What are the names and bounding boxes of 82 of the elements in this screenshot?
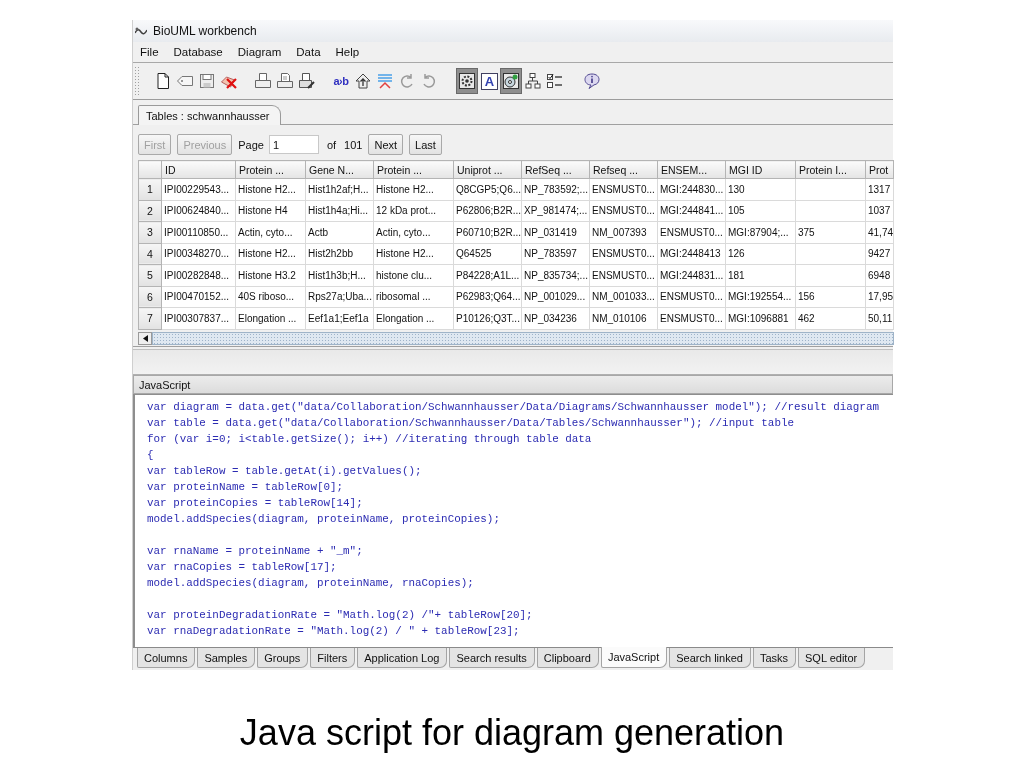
toolbar-button[interactable]: a›b	[330, 68, 352, 94]
menu-item[interactable]: Data	[289, 46, 328, 58]
panel-tab[interactable]: Clipboard	[536, 648, 599, 668]
document-icon	[155, 73, 171, 89]
printer-edit-icon	[299, 73, 315, 89]
code-editor[interactable]	[133, 394, 893, 647]
toolbar-button[interactable]	[456, 68, 478, 94]
panel-tab[interactable]: Search results	[449, 648, 535, 668]
panel-title: JavaScript	[133, 375, 893, 394]
delete-icon	[221, 73, 237, 89]
panel-tab[interactable]: Columns	[137, 648, 196, 668]
row-header[interactable]: 2	[138, 200, 162, 222]
pager-button[interactable]: Next	[368, 134, 404, 155]
panel-tab[interactable]: Tasks	[752, 648, 796, 668]
row-header[interactable]: 7	[138, 307, 162, 329]
window-title: BioUML workbench	[153, 24, 257, 38]
row-header[interactable]: 1	[138, 178, 162, 200]
code-line: {	[147, 448, 154, 463]
checklist-icon	[547, 73, 563, 89]
code-line: model.addSpecies(diagram, proteinName, proteinCopies);	[147, 512, 500, 527]
code-line: var rnaCopies = tableRow[17];	[147, 560, 337, 575]
column-header[interactable]: Refseq ...	[589, 160, 658, 179]
code-line: var table = data.get("data/Collaboration/Schwannhausser/Data/Tables/Schwannhausser"); //input table	[147, 416, 794, 431]
row-header[interactable]: 3	[138, 221, 162, 243]
toolbar-grip[interactable]	[134, 66, 141, 96]
code-line: var proteinCopies = tableRow[14];	[147, 496, 363, 511]
column-header[interactable]: MGI ID	[725, 160, 796, 179]
page-count: 101	[344, 138, 363, 151]
pager-button[interactable]: Last	[409, 134, 442, 155]
panel-tab[interactable]: Search linked	[669, 648, 751, 668]
slide-caption: Java script for diagram generation	[238, 712, 786, 754]
scrollbar-thumb[interactable]	[152, 331, 894, 345]
panel-tab[interactable]: Filters	[310, 648, 356, 668]
column-header[interactable]: ID	[161, 160, 236, 179]
column-header[interactable]: Uniprot ...	[453, 160, 522, 179]
panel-tab[interactable]: Samples	[197, 648, 256, 668]
column-header[interactable]: Gene N...	[305, 160, 374, 179]
code-line: var rnaName = proteinName + "_m";	[147, 544, 363, 559]
code-line: var proteinDegradationRate = "Math.log(2) /"+ tableRow[20];	[147, 608, 533, 623]
code-line: for (var i=0; i<table.getSize(); i++) //iterating through table data	[147, 432, 592, 447]
of-label: of	[326, 138, 337, 151]
code-line: model.addSpecies(diagram, proteinName, rnaCopies);	[147, 576, 474, 591]
gear-icon	[459, 73, 475, 89]
printer-page-icon	[277, 73, 293, 89]
column-header[interactable]: RefSeq ...	[521, 160, 590, 179]
column-header[interactable]: Protein ...	[235, 160, 306, 179]
info-bubble-icon	[584, 73, 600, 89]
printer-icon	[255, 73, 271, 89]
tree-icon	[525, 73, 541, 89]
menu-item[interactable]: File	[133, 46, 166, 58]
house-arrow-icon	[355, 73, 371, 89]
code-line: var diagram = data.get("data/Collaboration/Schwannhausser/Data/Diagrams/Schwannhausser model"); //result diagram	[147, 400, 879, 415]
code-line: var proteinName = tableRow[0];	[147, 480, 344, 495]
row-header[interactable]: 4	[138, 243, 162, 265]
column-header[interactable]: Protein ...	[373, 160, 454, 179]
app-logo-icon	[135, 27, 147, 35]
menu-item[interactable]: Diagram	[230, 46, 289, 58]
row-header[interactable]: 5	[138, 264, 162, 286]
disc-icon	[503, 73, 519, 89]
redo-icon	[399, 73, 415, 89]
undo-icon	[421, 73, 437, 89]
menu-item[interactable]: Help	[328, 46, 367, 58]
column-header[interactable]: Protein I...	[795, 160, 866, 179]
column-header[interactable]: ENSEM...	[657, 160, 726, 179]
panel-tab[interactable]: Application Log	[357, 648, 448, 668]
page-label: Page	[238, 138, 264, 151]
code-line: var rnaDegradationRate = "Math.log(2) / " + tableRow[23];	[147, 624, 520, 639]
lines-icon	[377, 73, 393, 89]
panel-tab[interactable]: Groups	[257, 648, 309, 668]
toolbar-button[interactable]	[500, 68, 522, 94]
caret-left-icon	[142, 334, 148, 342]
panel-tab[interactable]: JavaScript	[600, 647, 668, 668]
document-tab[interactable]: Tables : schwannhausser	[138, 105, 281, 125]
menu-item[interactable]: Database	[166, 46, 230, 58]
panel-tab[interactable]: SQL editor	[798, 648, 866, 668]
code-line: var tableRow = table.getAt(i).getValues();	[147, 464, 422, 479]
toolbar-button[interactable]: A	[481, 72, 498, 90]
page-field[interactable]: 1	[268, 135, 319, 154]
scroll-left-button[interactable]	[138, 331, 152, 345]
tag-icon	[177, 73, 193, 89]
column-header[interactable]: Prot	[865, 160, 894, 179]
row-header[interactable]: 6	[138, 286, 162, 308]
